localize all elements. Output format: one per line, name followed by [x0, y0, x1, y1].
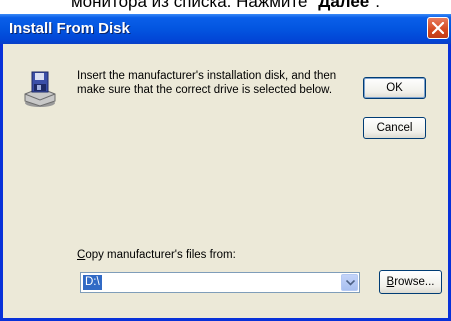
caption-text-bold: Далее [318, 0, 370, 11]
instruction-text: Insert the manufacturer's installation d… [77, 70, 337, 96]
close-button[interactable] [427, 17, 449, 39]
browse-button[interactable]: Browse... [379, 270, 442, 294]
title-bar[interactable]: Install From Disk [0, 14, 451, 44]
caption-text-after: ". [369, 0, 381, 11]
install-from-disk-dialog: Install From Disk Insert the manufacture… [0, 14, 451, 321]
path-value[interactable]: D:\ [83, 275, 102, 290]
path-combo-box[interactable]: D:\ [80, 272, 360, 293]
chevron-down-icon [346, 280, 355, 286]
dialog-title: Install From Disk [9, 20, 130, 37]
ok-button[interactable]: OK [363, 77, 426, 99]
caption-text-before: монитора из списка. Нажмите " [70, 0, 319, 11]
floppy-disk-drive-icon [24, 71, 56, 107]
caption-text: монитора из списка. Нажмите "Далее". [0, 0, 451, 12]
combo-dropdown-button[interactable] [341, 274, 358, 291]
caption-strip: монитора из списка. Нажмите "Далее". [0, 0, 451, 14]
copy-label-rest: opy manufacturer's files from: [85, 249, 236, 261]
copy-files-label: Copy manufacturer's files from: [77, 249, 236, 261]
cancel-button[interactable]: Cancel [363, 117, 426, 139]
browse-label-rest: rowse... [394, 276, 435, 288]
close-icon [432, 22, 444, 34]
